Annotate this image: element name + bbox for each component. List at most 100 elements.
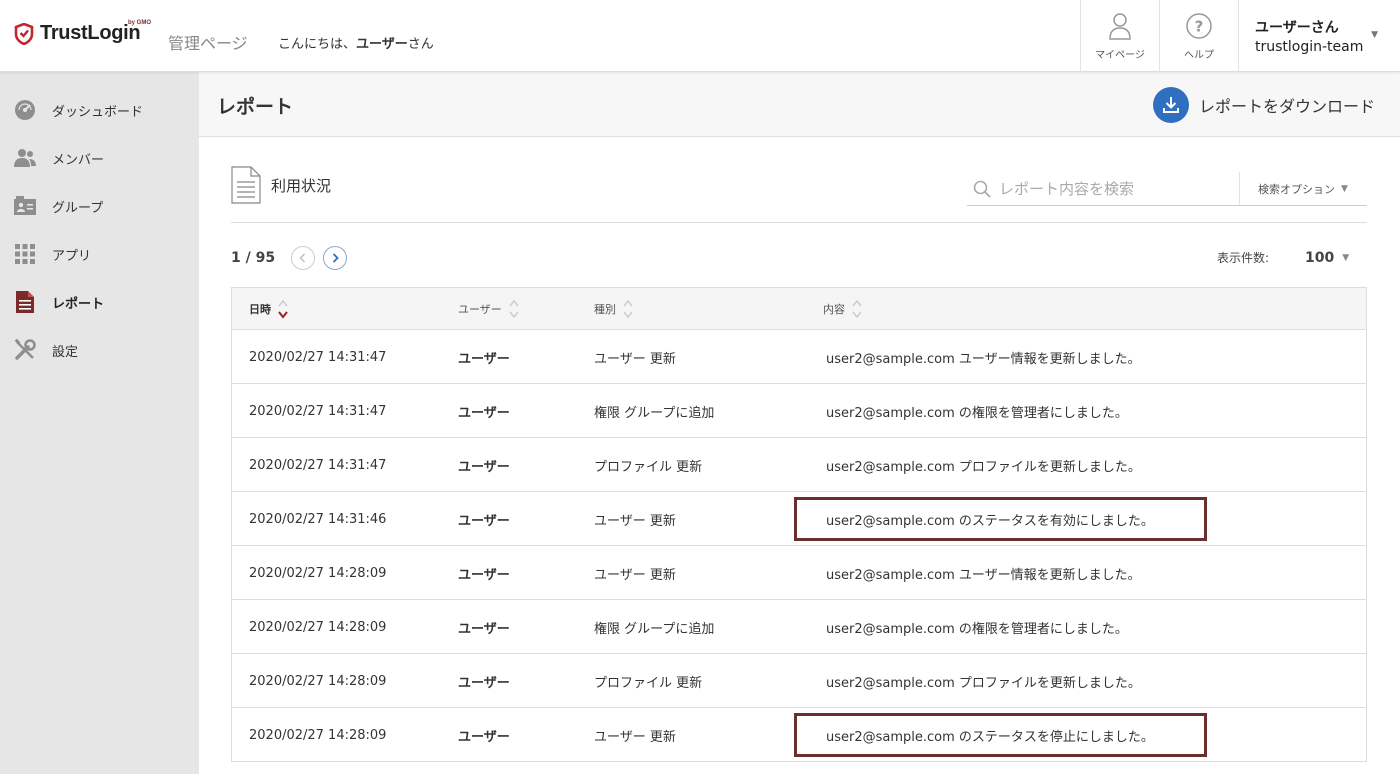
cell-type: ユーザー 更新: [594, 351, 676, 367]
greeting: こんにちは、ユーザーさん: [278, 33, 434, 52]
chevron-left-icon: [299, 253, 306, 263]
table-header: 日時 ユーザー 種別 内容: [232, 288, 1366, 330]
sort-descending-icon: [278, 299, 288, 319]
column-label: 種別: [594, 303, 616, 316]
per-page-value: 100: [1305, 249, 1335, 266]
page-title-bar: レポート レポートをダウンロード: [199, 72, 1400, 137]
page-title: レポート: [217, 96, 294, 118]
sort-icon: [509, 299, 519, 319]
page-count: 1 / 95: [231, 250, 276, 266]
sidebar-item-label: メンバー: [52, 152, 105, 168]
per-page-selector[interactable]: 表示件数: 100 ▼: [1217, 249, 1349, 266]
column-label: 内容: [823, 303, 845, 316]
sidebar-item-label: グループ: [52, 200, 104, 216]
cell-user: ユーザー: [458, 567, 510, 583]
report-search: [967, 172, 1239, 206]
search-options-label: 検索オプション: [1258, 182, 1335, 196]
cell-user: ユーザー: [458, 513, 510, 529]
cell-datetime: 2020/02/27 14:31:47: [249, 349, 387, 365]
logo-sub: by GMO: [128, 20, 152, 26]
sidebar-item-members[interactable]: メンバー: [0, 134, 199, 182]
table-row[interactable]: 2020/02/27 14:28:09 ユーザー プロファイル 更新 user2…: [232, 654, 1366, 708]
mypage-button[interactable]: マイページ: [1080, 0, 1159, 72]
usage-section-header: 利用状況: [231, 166, 331, 204]
column-label: ユーザー: [458, 303, 502, 316]
table-row[interactable]: 2020/02/27 14:31:47 ユーザー ユーザー 更新 user2@s…: [232, 330, 1366, 384]
trustlogin-logo[interactable]: TrustLogin: [14, 22, 141, 45]
chevron-down-icon: ▼: [1341, 183, 1348, 194]
user-account-menu[interactable]: ユーザーさん trustlogin-team ▼: [1238, 0, 1400, 72]
table-row[interactable]: 2020/02/27 14:31:47 ユーザー プロファイル 更新 user2…: [232, 438, 1366, 492]
user-name: ユーザーさん: [1255, 20, 1339, 36]
download-icon: [1153, 87, 1189, 123]
section-divider: [231, 222, 1367, 223]
apps-grid-icon: [14, 243, 36, 265]
cell-content: user2@sample.com プロファイルを更新しました。: [826, 675, 1141, 691]
report-icon: [14, 291, 36, 313]
search-input[interactable]: [999, 179, 1239, 198]
cell-content: user2@sample.com プロファイルを更新しました。: [826, 459, 1141, 475]
download-report-label: レポートをダウンロード: [1199, 97, 1376, 116]
sidebar-item-label: ダッシュボード: [52, 104, 144, 120]
cell-datetime: 2020/02/27 14:31:47: [249, 457, 387, 473]
column-label: 日時: [249, 303, 271, 316]
download-report-button[interactable]: レポートをダウンロード: [1153, 87, 1375, 123]
cell-content: user2@sample.com のステータスを有効にしました。: [826, 513, 1154, 529]
chevron-right-icon: [332, 253, 339, 263]
column-header-content[interactable]: 内容: [823, 288, 863, 330]
table-row[interactable]: 2020/02/27 14:28:09 ユーザー ユーザー 更新 user2@s…: [232, 546, 1366, 600]
cell-type: 権限 グループに追加: [594, 405, 715, 421]
mypage-label: マイページ: [1095, 49, 1145, 61]
logo-text: TrustLogin: [40, 22, 141, 44]
cell-content: user2@sample.com のステータスを停止にしました。: [826, 729, 1154, 745]
cell-type: 権限 グループに追加: [594, 621, 715, 637]
sidebar-item-label: レポート: [52, 296, 105, 312]
cell-datetime: 2020/02/27 14:31:47: [249, 403, 387, 419]
members-icon: [14, 147, 36, 169]
cell-user: ユーザー: [458, 621, 510, 637]
cell-type: ユーザー 更新: [594, 513, 676, 529]
help-question-icon: ?: [1186, 12, 1212, 39]
pagination: 1 / 95: [231, 246, 348, 270]
svg-text:?: ?: [1195, 17, 1204, 35]
group-icon: [14, 195, 36, 217]
chevron-down-icon: ▼: [1342, 252, 1350, 263]
column-header-datetime[interactable]: 日時: [249, 288, 289, 330]
cell-user: ユーザー: [458, 405, 510, 421]
cell-type: ユーザー 更新: [594, 729, 676, 745]
top-header: TrustLogin by GMO 管理ページ こんにちは、ユーザーさん マイペ…: [0, 0, 1400, 72]
document-icon: [231, 166, 261, 204]
cell-content: user2@sample.com の権限を管理者にしました。: [826, 621, 1128, 637]
cell-datetime: 2020/02/27 14:28:09: [249, 727, 387, 743]
cell-content: user2@sample.com の権限を管理者にしました。: [826, 405, 1128, 421]
help-label: ヘルプ: [1184, 49, 1214, 61]
cell-user: ユーザー: [458, 729, 510, 745]
search-icon: [973, 180, 991, 198]
table-row[interactable]: 2020/02/27 14:31:46 ユーザー ユーザー 更新 user2@s…: [232, 492, 1366, 546]
sidebar-item-dashboard[interactable]: ダッシュボード: [0, 86, 199, 134]
cell-type: プロファイル 更新: [594, 675, 703, 691]
table-row[interactable]: 2020/02/27 14:28:09 ユーザー ユーザー 更新 user2@s…: [232, 708, 1366, 762]
table-row[interactable]: 2020/02/27 14:28:09 ユーザー 権限 グループに追加 user…: [232, 600, 1366, 654]
cell-datetime: 2020/02/27 14:28:09: [249, 673, 387, 689]
sidebar-item-groups[interactable]: グループ: [0, 182, 199, 230]
cell-user: ユーザー: [458, 351, 510, 367]
search-options-dropdown[interactable]: 検索オプション ▼: [1239, 172, 1367, 206]
sidebar-item-apps[interactable]: アプリ: [0, 230, 199, 278]
greeting-prefix: こんにちは、: [278, 37, 357, 52]
shield-logo-icon: [14, 22, 34, 45]
next-page-button[interactable]: [323, 246, 348, 270]
sidebar-item-label: 設定: [52, 344, 79, 360]
sort-icon: [852, 299, 862, 319]
sidebar-item-report[interactable]: レポート: [0, 278, 199, 326]
admin-page-label: 管理ページ: [168, 34, 248, 53]
column-header-user[interactable]: ユーザー: [458, 288, 520, 330]
column-header-type[interactable]: 種別: [594, 288, 634, 330]
sidebar-item-settings[interactable]: 設定: [0, 326, 199, 374]
help-button[interactable]: ? ヘルプ: [1159, 0, 1238, 72]
report-table: 日時 ユーザー 種別 内容 2020/02/27 14:31:47 ユーザー ユ…: [231, 287, 1367, 762]
settings-tools-icon: [14, 339, 36, 361]
greeting-suffix: さん: [407, 37, 434, 52]
table-row[interactable]: 2020/02/27 14:31:47 ユーザー 権限 グループに追加 user…: [232, 384, 1366, 438]
prev-page-button[interactable]: [291, 246, 316, 270]
